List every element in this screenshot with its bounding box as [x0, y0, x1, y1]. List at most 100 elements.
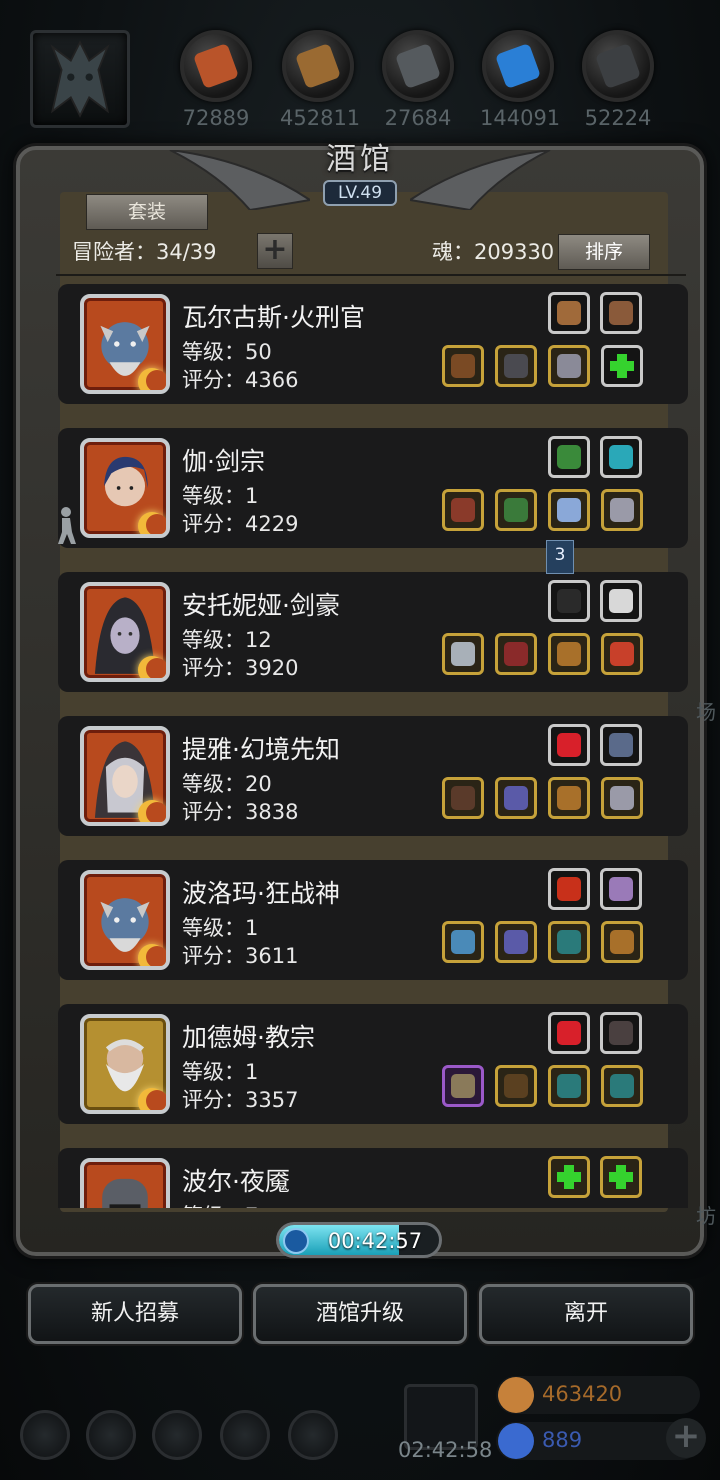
- equipment-slot[interactable]: [442, 1065, 484, 1107]
- plus-icon: [608, 352, 636, 380]
- equipment-slot[interactable]: [548, 1012, 590, 1054]
- equipment-item-icon: [610, 786, 634, 810]
- hero-avatar[interactable]: [80, 1014, 170, 1114]
- equipment-slot[interactable]: [495, 921, 537, 963]
- resource-meat[interactable]: 72889: [178, 30, 254, 130]
- resource-crystal[interactable]: 144091: [480, 30, 560, 130]
- hero-card[interactable]: 波尔·夜魇等级：7评分：3300: [58, 1148, 688, 1208]
- hero-card[interactable]: 安托妮娅·剑豪 等级：12 评分：3920: [58, 572, 688, 692]
- equipment-slot[interactable]: [442, 633, 484, 675]
- tavern-level-badge: LV.49: [323, 180, 397, 206]
- hero-score: 评分：4366: [182, 368, 299, 392]
- equipment-slot[interactable]: [548, 777, 590, 819]
- leave-button[interactable]: 离开: [479, 1284, 693, 1344]
- gem-value: 889: [542, 1428, 583, 1452]
- equipment-item-icon: [609, 1021, 633, 1045]
- settings-icon[interactable]: [20, 1410, 70, 1460]
- hero-card[interactable]: 加德姆·教宗 等级：1 评分：3357: [58, 1004, 688, 1124]
- equipment-slot[interactable]: [442, 921, 484, 963]
- equipment-slot[interactable]: [495, 633, 537, 675]
- tavern-screen: { "resources": [ {"icon": "meat-resource…: [0, 0, 720, 1480]
- equipment-slot[interactable]: [548, 580, 590, 622]
- equipment-slot[interactable]: [548, 436, 590, 478]
- equipment-item-icon: [557, 1074, 581, 1098]
- equipment-item-icon: [610, 642, 634, 666]
- equipment-slot[interactable]: [495, 1065, 537, 1107]
- equipment-slot[interactable]: [548, 921, 590, 963]
- add-equipment-slot[interactable]: [548, 1156, 590, 1198]
- hero-card[interactable]: 伽·剑宗 等级：1 评分：4229: [58, 428, 688, 548]
- equipment-slot[interactable]: [600, 292, 642, 334]
- equipment-item-icon: [610, 930, 634, 954]
- tavern-upgrade-button[interactable]: 酒馆升级: [253, 1284, 467, 1344]
- equipment-slot[interactable]: [548, 633, 590, 675]
- hero-list[interactable]: 瓦尔古斯·火刑官 等级：50 评分：4366 伽·剑宗 等级：1 评分：4229 安托妮娅·…: [58, 282, 688, 1208]
- equipment-slot[interactable]: [442, 489, 484, 531]
- shield-icon[interactable]: [86, 1410, 136, 1460]
- crescent-moon-icon: [138, 800, 166, 822]
- equipment-slot[interactable]: [548, 868, 590, 910]
- equipment-slot[interactable]: [548, 1065, 590, 1107]
- player-portrait[interactable]: [30, 30, 130, 128]
- add-adventurer-slot-button[interactable]: +: [257, 233, 293, 269]
- equipment-item-icon: [504, 930, 528, 954]
- map-icon[interactable]: [288, 1410, 338, 1460]
- add-currency-button[interactable]: +: [666, 1418, 706, 1458]
- equipment-slot[interactable]: [600, 1012, 642, 1054]
- side-label: 场: [696, 700, 716, 724]
- hero-avatar[interactable]: [80, 870, 170, 970]
- equipment-slot[interactable]: [601, 633, 643, 675]
- iron-resource-icon: [594, 42, 642, 90]
- equipment-slot[interactable]: [442, 345, 484, 387]
- resource-wood[interactable]: 452811: [280, 30, 360, 130]
- suit-button[interactable]: 套装: [86, 194, 208, 230]
- hero-level: 等级：50: [182, 340, 272, 364]
- hero-avatar[interactable]: [80, 1158, 170, 1208]
- castle-icon[interactable]: [152, 1410, 202, 1460]
- hero-card[interactable]: 提雅·幻境先知 等级：20 评分：3838: [58, 716, 688, 836]
- equipment-slot[interactable]: [442, 777, 484, 819]
- equipment-slot[interactable]: [548, 724, 590, 766]
- hero-avatar[interactable]: [80, 438, 170, 538]
- equipment-item-icon: [609, 301, 633, 325]
- resource-iron[interactable]: 52224: [580, 30, 656, 130]
- recruit-button[interactable]: 新人招募: [28, 1284, 242, 1344]
- equipment-item-icon: [504, 1074, 528, 1098]
- equipment-slot[interactable]: [548, 292, 590, 334]
- dragon-head-icon: [50, 40, 110, 118]
- equipment-item-icon: [504, 498, 528, 522]
- hero-avatar[interactable]: [80, 582, 170, 682]
- equipment-slot[interactable]: [600, 580, 642, 622]
- add-equipment-slot[interactable]: [601, 345, 643, 387]
- equipment-slot[interactable]: [548, 345, 590, 387]
- hero-score: 评分：3920: [182, 656, 299, 680]
- equipment-slot[interactable]: [495, 489, 537, 531]
- equipment-slot[interactable]: [601, 489, 643, 531]
- horn-ornament-right-icon: [410, 150, 551, 210]
- mail-icon[interactable]: [220, 1410, 270, 1460]
- equipment-slot[interactable]: [495, 777, 537, 819]
- equipment-slot[interactable]: [548, 489, 590, 531]
- add-equipment-slot[interactable]: [600, 1156, 642, 1198]
- hero-card[interactable]: 波洛玛·狂战神 等级：1 评分：3611: [58, 860, 688, 980]
- equipment-slot[interactable]: [495, 345, 537, 387]
- resource-stone[interactable]: 27684: [380, 30, 456, 130]
- hero-avatar[interactable]: [80, 294, 170, 394]
- equipment-slot[interactable]: [601, 1065, 643, 1107]
- equipment-item-icon: [451, 642, 475, 666]
- equipment-slot[interactable]: [600, 436, 642, 478]
- hero-level: 等级：12: [182, 628, 272, 652]
- equipment-slot[interactable]: [600, 724, 642, 766]
- equipment-slot[interactable]: [601, 777, 643, 819]
- equipment-slot[interactable]: [600, 868, 642, 910]
- equipment-item-icon: [451, 1074, 475, 1098]
- equipment-item-icon: [451, 786, 475, 810]
- equipment-slot[interactable]: [601, 921, 643, 963]
- sort-button[interactable]: 排序: [558, 234, 650, 270]
- hero-level: 等级：1: [182, 916, 259, 940]
- hero-avatar[interactable]: [80, 726, 170, 826]
- meat-resource-icon: [192, 42, 240, 90]
- equipment-item-icon: [557, 589, 581, 613]
- hero-card[interactable]: 瓦尔古斯·火刑官 等级：50 评分：4366: [58, 284, 688, 404]
- clock-icon: [283, 1228, 309, 1254]
